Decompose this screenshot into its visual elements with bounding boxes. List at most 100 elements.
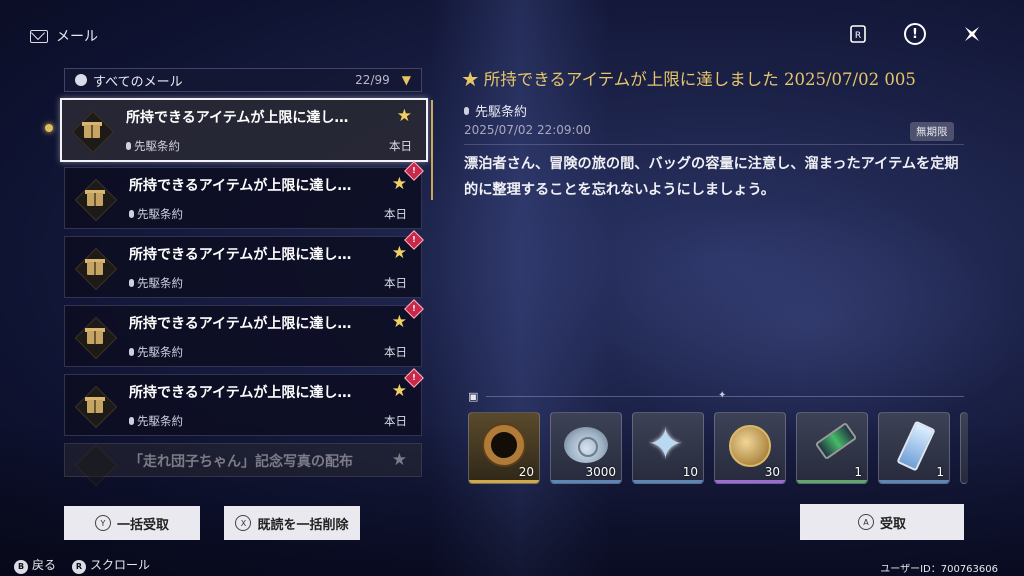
receive-label: 受取 [879,516,906,532]
claim-all-button[interactable]: Y 一括受取 [64,506,200,540]
mail-sender: 先駆条約 [129,413,183,429]
reward-count: 1 [854,465,862,479]
mail-filter-dropdown[interactable]: すべてのメール 22/99 ▼ [64,68,422,92]
mail-date: 本日 [389,139,412,153]
wing-ornament-icon: ✦ [718,390,727,401]
unread-badge: ! [404,299,424,319]
list-icon [75,74,87,86]
pin-icon [129,279,134,287]
b-button-icon: B [14,559,28,574]
bookmark-icon: ▣ [468,390,479,403]
footer-hints: B 戻る R スクロール [14,556,150,574]
pin-icon [129,210,134,218]
gift-icon [74,247,118,291]
unread-badge: ! [404,368,424,388]
mail-list-item[interactable]: 所持できるアイテムが上限に達し… ★ ! 先駆条約 本日 [64,368,424,436]
mail-detail-timestamp: 2025/07/02 22:09:00 [464,123,591,137]
window-title-text: メール [56,29,98,45]
mail-date: 本日 [384,207,407,221]
star-icon: ★ [396,106,412,126]
mail-date: 本日 [384,276,407,290]
reward-item[interactable]: 1 [796,412,868,484]
reward-item[interactable]: 30 [714,412,786,484]
rarity-bar [715,480,785,483]
claim-all-label: 一括受取 [116,517,169,533]
rarity-bar [469,480,539,483]
mail-list-item[interactable]: 所持できるアイテムが上限に達し… ★ ! 先駆条約 本日 [64,299,424,367]
mail-sender: 先駆条約 [126,138,180,154]
shell-credit-icon [564,427,608,463]
mail-title: 所持できるアイテムが上限に達し… [129,316,352,332]
r-stick-icon: R [72,559,87,574]
pin-icon [129,348,134,356]
user-id: ユーザーID：700763606 [880,564,998,575]
reward-count: 3000 [585,465,616,479]
list-scrollbar[interactable] [431,100,433,200]
mail-date: 本日 [384,345,407,359]
scroll-hint: R スクロール [72,556,150,574]
gift-icon [74,316,118,360]
rarity-bar [879,480,949,483]
expiry-badge: 無期限 [910,122,954,141]
pin-icon [464,106,469,115]
delete-read-button[interactable]: X 既読を一括削除 [224,506,360,540]
pin-icon [126,142,131,150]
star-icon: ★ [391,174,407,194]
green-tube-icon [814,421,858,461]
reward-item[interactable]: ✦ 10 [632,412,704,484]
reward-item[interactable]: 1 [878,412,950,484]
gift-icon [74,178,118,222]
star-icon: ★ [391,243,407,263]
x-button-icon: X [235,515,252,531]
gold-coin-icon [729,425,771,467]
mail-title: 所持できるアイテムが上限に達し… [126,110,349,126]
crystal-star-icon: ✦ [647,419,684,470]
bookmark-icon[interactable]: R [846,22,870,46]
mail-list-item[interactable]: 「走れ団子ちゃん」記念写真の配布 ★ [64,443,422,487]
reward-count: 10 [682,465,698,479]
mail-list-item[interactable]: 所持できるアイテムが上限に達し… ★ ! 先駆条約 本日 [64,161,424,229]
mail-list-item[interactable]: 所持できるアイテムが上限に達し… ★ ! 先駆条約 本日 [64,230,424,298]
back-hint[interactable]: B 戻る [14,556,56,574]
filter-label: すべてのメール [93,74,183,90]
y-button-icon: Y [94,515,111,531]
black-hole-ring-icon [484,425,524,465]
divider [464,144,964,145]
mail-sender: 先駆条約 [129,206,183,222]
selection-indicator [45,124,53,132]
mail-title: 所持できるアイテムが上限に達し… [129,178,352,194]
receive-button[interactable]: A 受取 [800,504,964,540]
mail-date: 本日 [384,414,407,428]
star-icon: ★ [391,312,407,332]
mail-sender: 先駆条約 [129,275,183,291]
reward-item[interactable]: 3000 [550,412,622,484]
close-icon[interactable] [960,22,984,46]
dango-icon [74,443,118,487]
mail-detail-sender: 先駆条約 [464,101,527,120]
reward-count: 1 [936,465,944,479]
blue-vial-icon [896,420,936,472]
window-title: メール [30,26,98,46]
alert-icon[interactable]: ! [904,23,926,45]
mail-title: 「走れ団子ちゃん」記念写真の配布 [129,454,353,470]
mail-sender: 先駆条約 [129,344,183,360]
a-button-icon: A [857,514,874,530]
unread-badge: ! [404,230,424,250]
mail-list-item[interactable]: 所持できるアイテムが上限に達し… ★ 先駆条約 本日 [60,98,428,162]
mail-detail-title: ★ 所持できるアイテムが上限に達しました 2025/07/02 005 [462,70,916,89]
pin-icon [129,417,134,425]
svg-text:R: R [855,31,861,41]
reward-count: 30 [764,465,780,479]
reward-count: 20 [518,465,534,479]
rarity-bar [797,480,867,483]
rarity-bar [551,480,621,483]
mail-count: 22/99 [355,73,390,87]
mail-detail-body: 漂泊者さん、冒険の旅の間、バッグの容量に注意し、溜まったアイテムを定期的に整理す… [464,156,959,198]
mail-icon [30,29,48,43]
reward-item-partial [960,412,968,484]
gift-icon [74,385,118,429]
gift-icon [71,110,115,154]
unread-badge: ! [404,161,424,181]
reward-item[interactable]: 20 [468,412,540,484]
rarity-bar [633,480,703,483]
